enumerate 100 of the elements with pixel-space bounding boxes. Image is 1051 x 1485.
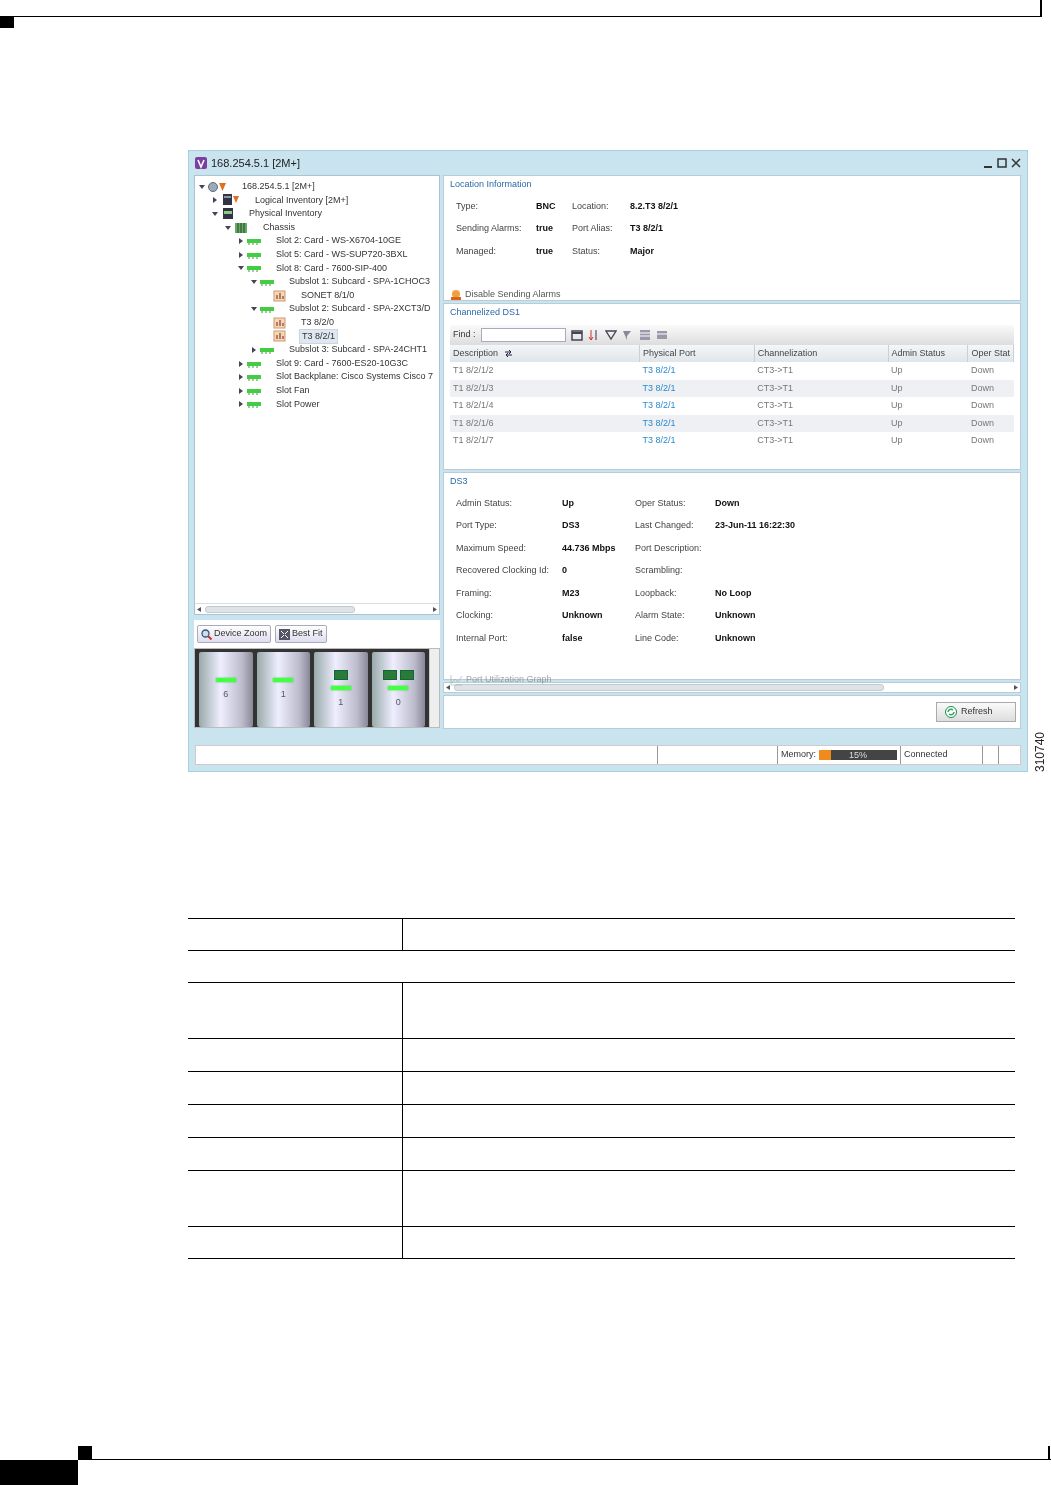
sort-icon[interactable]	[587, 328, 600, 341]
filter-icon[interactable]	[604, 328, 617, 341]
expand-icon[interactable]	[238, 387, 244, 394]
collapse-icon[interactable]	[225, 224, 231, 231]
field-label: Alarm State:	[635, 609, 686, 622]
fit-icon	[279, 628, 290, 640]
field-value: Major	[630, 244, 655, 258]
window-title: 168.254.5.1 [2M+]	[211, 155, 300, 171]
tree-item[interactable]: Slot Power	[274, 397, 322, 412]
field-value: 8.2.T3 8/2/1	[630, 199, 680, 213]
table-cell: CT3->T1	[757, 382, 794, 393]
app-logo-icon	[195, 157, 207, 169]
collapse-icon[interactable]	[199, 183, 205, 190]
find-field[interactable]	[480, 327, 566, 342]
tree-item[interactable]: Slot 8: Card - 7600-SIP-400	[274, 261, 390, 276]
field-label: Internal Port:	[456, 631, 509, 645]
refresh-button[interactable]: Refresh	[936, 702, 1016, 722]
scroll-left-icon[interactable]	[446, 685, 451, 690]
field-value: 0	[562, 564, 568, 577]
tree-item[interactable]: Subslot 1: Subcard - SPA-1CHOC3	[287, 275, 432, 289]
expand-icon[interactable]	[238, 360, 244, 367]
expand-icon[interactable]	[238, 374, 244, 381]
tree-item[interactable]: Subslot 3: Subcard - SPA-24CHT1	[287, 343, 429, 357]
collapse-icon[interactable]	[238, 265, 244, 272]
sort-arrows-icon	[504, 349, 514, 357]
table-cell: T1 8/2/1/4	[453, 400, 494, 411]
refresh-icon	[945, 706, 957, 718]
field-value: true	[536, 244, 554, 258]
collapse-icon[interactable]	[251, 306, 257, 313]
tree-item[interactable]: Physical Inventory	[247, 207, 325, 221]
tree-item[interactable]: T3 8/2/1	[299, 328, 339, 345]
disable-alarms-link[interactable]: Disable Sending Alarms	[450, 288, 561, 302]
port-graph-link: Port Utilization Graph	[450, 673, 552, 687]
table-cell: Down	[970, 435, 994, 446]
port-link[interactable]: T3 8/2/1	[642, 365, 676, 376]
field-label: Port Alias:	[572, 222, 614, 235]
calendar-icon[interactable]	[570, 328, 583, 341]
field-value: M23	[562, 586, 581, 600]
collapse-icon[interactable]	[212, 211, 218, 217]
scroll-right-icon[interactable]	[1013, 685, 1018, 690]
field-label: Maximum Speed:	[456, 541, 528, 555]
field-value: T3 8/2/1	[630, 222, 665, 235]
table-cell: CT3->T1	[757, 365, 794, 376]
expand-icon[interactable]	[238, 401, 244, 408]
scrollbar-thumb[interactable]	[454, 684, 884, 691]
table-cell: T1 8/2/1/3	[453, 382, 494, 393]
expand-icon[interactable]	[251, 346, 257, 353]
collapse-icon[interactable]	[251, 278, 257, 285]
scroll-right-icon[interactable]	[432, 606, 437, 612]
field-label: Managed:	[456, 244, 498, 258]
device-zoom-button[interactable]: Device Zoom	[197, 625, 271, 643]
slot-number: 1	[280, 687, 286, 701]
tree-item[interactable]: Slot 2: Card - WS-X6704-10GE	[274, 234, 404, 248]
tree-item[interactable]: 168.254.5.1 [2M+]	[240, 180, 317, 194]
best-fit-button[interactable]: Best Fit	[275, 625, 327, 643]
port-icon	[273, 289, 286, 302]
table-cell: Down	[970, 417, 994, 428]
tree-item[interactable]: SONET 8/1/0	[299, 288, 357, 303]
field-label: Port Type:	[456, 519, 498, 532]
tree-item[interactable]: Chassis	[261, 220, 297, 235]
expand-icon[interactable]	[238, 238, 244, 245]
table-cell: Up	[891, 417, 903, 428]
table-icon[interactable]	[655, 328, 668, 341]
vertical-scrollbar[interactable]	[429, 649, 439, 727]
port-icon	[273, 316, 286, 329]
table-cell: Up	[891, 382, 903, 393]
slot-number: 1	[338, 695, 344, 709]
table-cell: CT3->T1	[757, 435, 794, 446]
maximize-icon[interactable]	[997, 158, 1007, 168]
section-title: Location Information	[450, 178, 533, 191]
field-value: 44.736 Mbps	[562, 541, 617, 555]
tree-item[interactable]: Slot 5: Card - WS-SUP720-3BXL	[274, 248, 410, 262]
close-icon[interactable]	[1011, 158, 1021, 168]
table-cell: Down	[970, 400, 994, 411]
scrollbar-thumb[interactable]	[205, 605, 355, 613]
alarm-bell-icon	[450, 288, 462, 301]
port-link[interactable]: T3 8/2/1	[642, 400, 676, 411]
port-icon	[273, 330, 286, 343]
expand-icon[interactable]	[212, 197, 218, 204]
port-icon	[399, 669, 414, 680]
field-label: Recovered Clocking Id:	[456, 564, 551, 577]
tree-item[interactable]: Subslot 2: Subcard - SPA-2XCT3/D	[287, 302, 433, 316]
table-cell: CT3->T1	[757, 417, 794, 428]
section-title: Channelized DS1	[450, 306, 522, 319]
field-value: false	[562, 631, 584, 645]
table-cell: Up	[891, 365, 903, 376]
field-value: DS3	[562, 519, 581, 532]
columns-icon[interactable]	[638, 328, 651, 341]
tree-item[interactable]: T3 8/2/0	[299, 316, 337, 330]
tree-item[interactable]: Slot Fan	[274, 383, 312, 398]
port-link[interactable]: T3 8/2/1	[642, 435, 676, 446]
expand-icon[interactable]	[238, 251, 244, 258]
tree-item[interactable]: Slot 9: Card - 7600-ES20-10G3C	[274, 356, 411, 371]
field-label: Line Code:	[635, 631, 680, 645]
table-cell: Up	[891, 400, 903, 411]
field-value: 23-Jun-11 16:22:30	[715, 519, 797, 532]
tree-item[interactable]: Logical Inventory [2M+]	[253, 193, 351, 208]
field-label: Status:	[572, 244, 601, 258]
tree-item[interactable]: Slot Backplane: Cisco Systems Cisco 7	[273, 370, 435, 384]
scroll-left-icon[interactable]	[197, 606, 202, 612]
